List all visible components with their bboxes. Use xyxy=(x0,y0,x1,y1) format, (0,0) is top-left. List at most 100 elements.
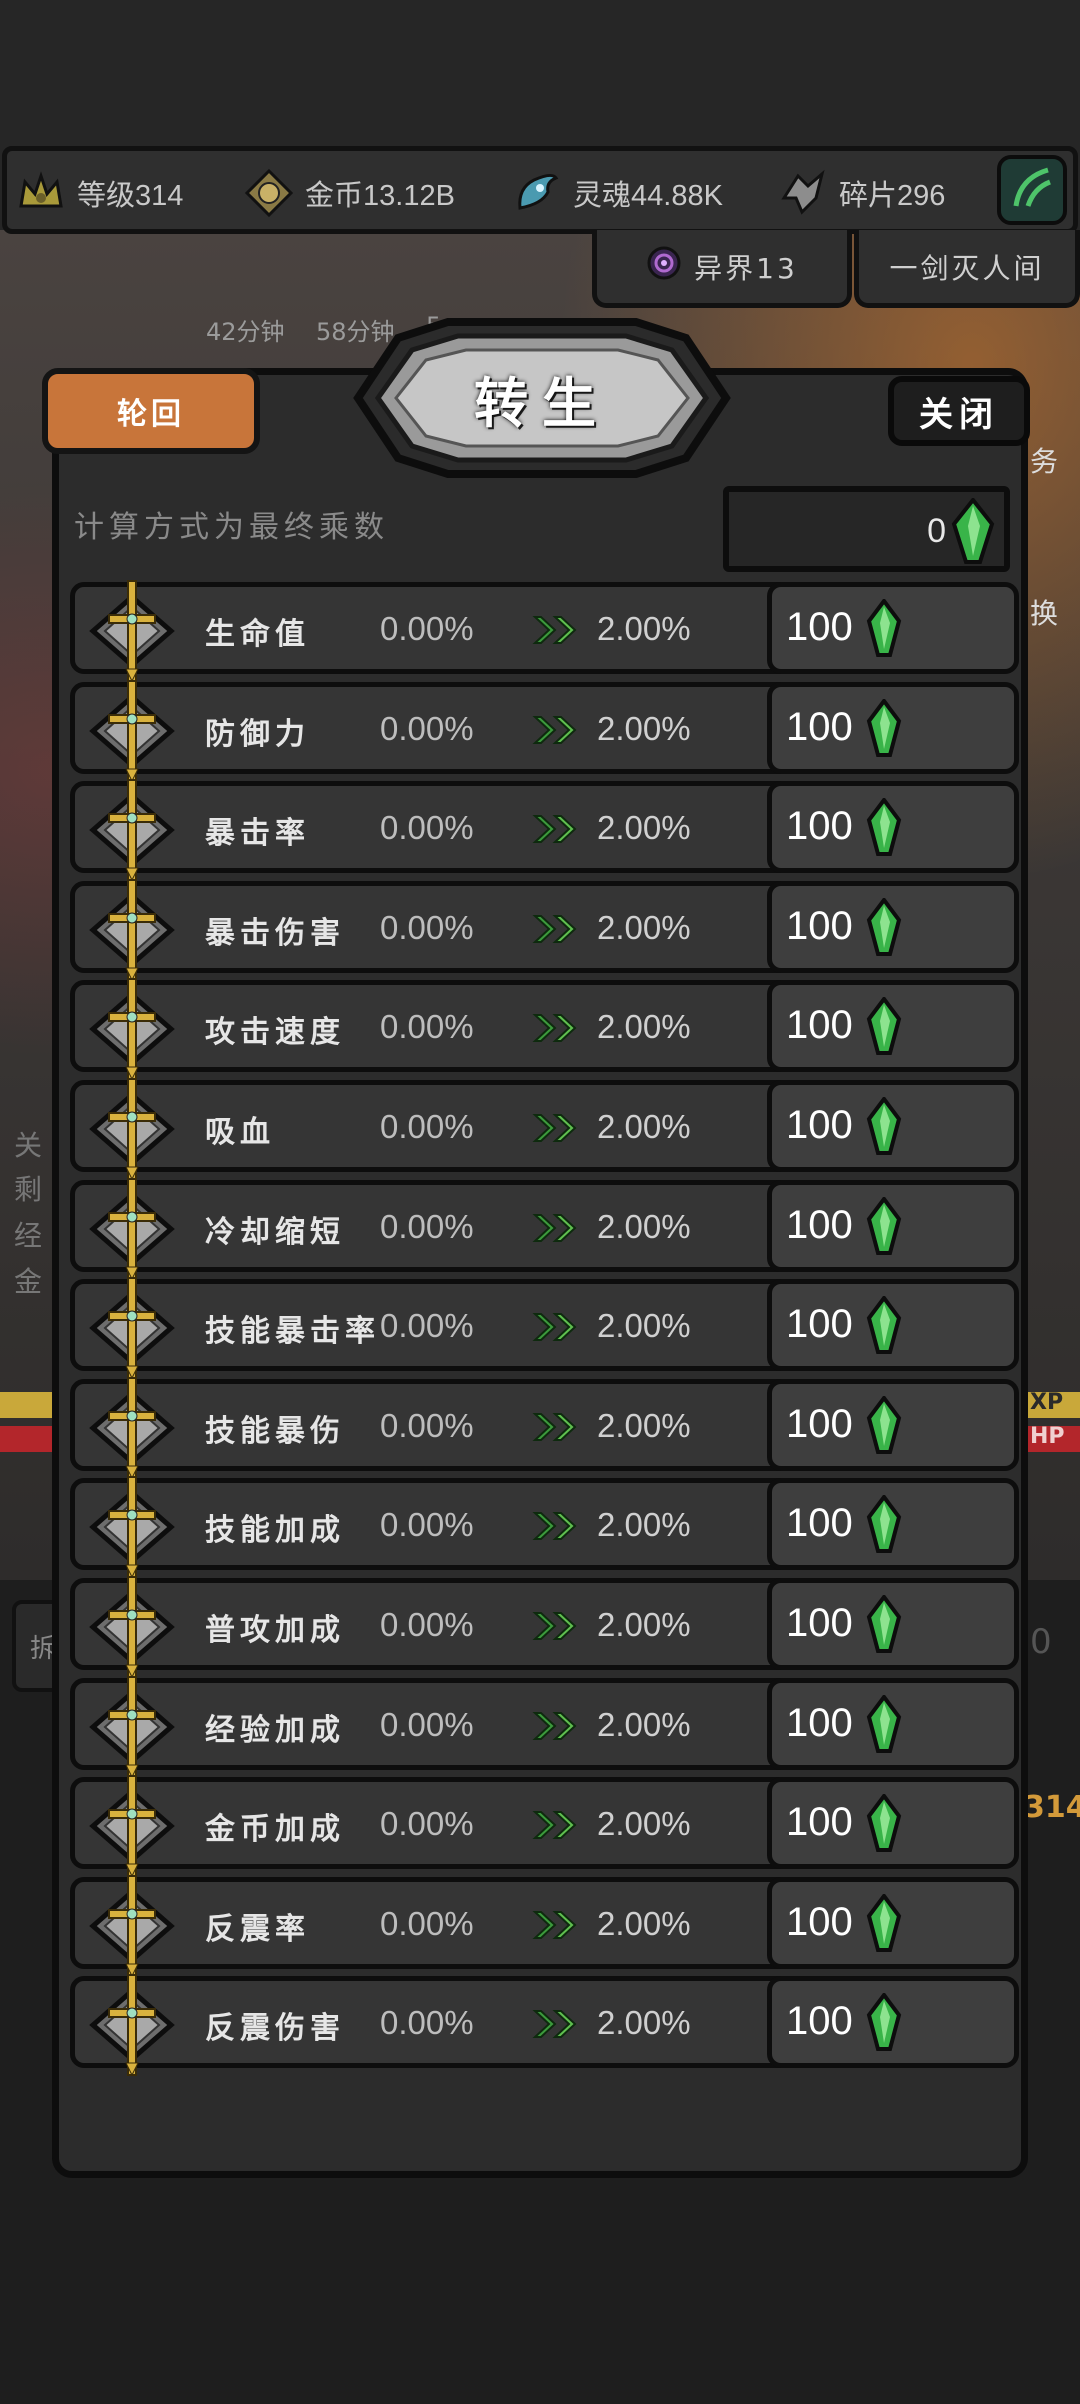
stat-next-value: 2.00% xyxy=(597,1008,691,1046)
stat-current-value: 0.00% xyxy=(380,709,474,747)
stat-next-value: 2.00% xyxy=(597,1506,691,1544)
green-gem-icon xyxy=(866,1593,902,1657)
stat-row-1: 防御力 0.00% 2.00% 100 xyxy=(70,679,1019,782)
resource-soul: 灵魂44.88K xyxy=(511,165,723,221)
upgrade-cost-button[interactable]: 100 xyxy=(767,980,1019,1073)
upgrade-cost-button[interactable]: 100 xyxy=(767,1179,1019,1272)
stat-current-value: 0.00% xyxy=(380,1705,474,1743)
quest-tag[interactable]: 一剑灭人间 xyxy=(854,230,1080,308)
stat-current-value: 0.00% xyxy=(380,908,474,946)
double-arrow-icon xyxy=(531,713,583,747)
upgrade-cost-button[interactable]: 100 xyxy=(767,1279,1019,1372)
upgrade-cost-value: 100 xyxy=(786,1302,853,1347)
stat-name: 反震率 xyxy=(205,1911,310,1947)
upgrade-cost-value: 100 xyxy=(786,804,853,849)
level-badge-text: 314 xyxy=(1024,1790,1080,1825)
stat-current-value: 0.00% xyxy=(380,1008,474,1046)
stat-next-value: 2.00% xyxy=(597,1904,691,1942)
green-gem-icon xyxy=(866,1195,902,1259)
golden-cross-icon xyxy=(87,776,177,884)
upgrade-cost-value: 100 xyxy=(786,1899,853,1944)
total-gem-box: 0 xyxy=(723,486,1010,572)
upgrade-cost-button[interactable]: 100 xyxy=(767,1976,1019,2069)
stat-row-5: 吸血 0.00% 2.00% 100 xyxy=(70,1077,1019,1181)
upgrade-cost-value: 100 xyxy=(786,1501,853,1546)
double-arrow-icon xyxy=(531,1310,583,1344)
upgrade-cost-value: 100 xyxy=(786,605,853,649)
stat-next-value: 2.00% xyxy=(597,1605,691,1643)
stat-current-value: 0.00% xyxy=(380,809,474,847)
double-arrow-icon xyxy=(531,1609,583,1643)
xp-label: XP xyxy=(1030,1390,1064,1415)
stat-row-8: 技能暴伤 0.00% 2.00% 100 xyxy=(70,1376,1019,1479)
close-button[interactable]: 关闭 xyxy=(888,376,1030,446)
stat-row-0: 生命值 0.00% 2.00% 100 xyxy=(70,580,1019,683)
double-arrow-icon xyxy=(531,1111,583,1145)
stat-current-value: 0.00% xyxy=(380,610,474,647)
green-gem-icon xyxy=(866,597,902,661)
stat-name: 冷却缩短 xyxy=(205,1214,345,1250)
stat-name: 技能暴伤 xyxy=(205,1413,345,1449)
double-arrow-icon xyxy=(531,812,583,846)
double-arrow-icon xyxy=(531,1011,583,1045)
stat-name: 经验加成 xyxy=(205,1712,345,1748)
green-gem-icon xyxy=(866,996,902,1059)
stat-current-value: 0.00% xyxy=(380,1406,474,1444)
upgrade-cost-button[interactable]: 100 xyxy=(767,1876,1019,1969)
golden-cross-icon xyxy=(87,1573,177,1681)
golden-cross-icon xyxy=(87,1175,177,1283)
stat-current-value: 0.00% xyxy=(380,1307,474,1345)
stat-current-value: 0.00% xyxy=(380,1904,474,1942)
upgrade-cost-value: 100 xyxy=(786,1401,853,1446)
double-arrow-icon xyxy=(531,1211,583,1245)
upgrade-cost-button[interactable]: 100 xyxy=(767,1478,1019,1571)
stat-name: 金币加成 xyxy=(205,1812,345,1848)
upgrade-cost-value: 100 xyxy=(786,1999,853,2044)
upgrade-cost-value: 100 xyxy=(786,1003,853,1048)
upgrade-cost-button[interactable]: 100 xyxy=(767,582,1019,674)
stat-row-4: 攻击速度 0.00% 2.00% 100 xyxy=(70,978,1019,1081)
stat-row-2: 暴击率 0.00% 2.00% 100 xyxy=(70,779,1019,882)
stat-current-value: 0.00% xyxy=(380,2004,474,2042)
stat-row-11: 经验加成 0.00% 2.00% 100 xyxy=(70,1675,1019,1778)
stat-name: 反震伤害 xyxy=(205,2011,345,2047)
upgrade-cost-button[interactable]: 100 xyxy=(767,681,1019,774)
stat-row-10: 普攻加成 0.00% 2.00% 100 xyxy=(70,1575,1019,1679)
side-label-quest[interactable]: 务 xyxy=(1030,440,1058,480)
crown-icon xyxy=(15,167,67,219)
stat-next-value: 2.00% xyxy=(597,709,691,747)
golden-cross-icon xyxy=(87,577,177,685)
upgrade-cost-value: 100 xyxy=(786,1600,853,1645)
stat-next-value: 2.00% xyxy=(597,1406,691,1444)
partial-number: 0 xyxy=(1030,1622,1052,1662)
otherworld-tag[interactable]: 异界13 xyxy=(592,230,852,308)
upgrade-cost-button[interactable]: 100 xyxy=(767,1378,1019,1471)
upgrade-cost-button[interactable]: 100 xyxy=(767,1079,1019,1172)
upgrade-cost-button[interactable]: 100 xyxy=(767,1777,1019,1870)
double-arrow-icon xyxy=(531,1709,583,1743)
left-label-2: 经 xyxy=(14,1219,43,1252)
side-label-switch[interactable]: 换 xyxy=(1030,592,1058,632)
golden-cross-icon xyxy=(87,876,177,984)
stat-row-13: 反震率 0.00% 2.00% 100 xyxy=(70,1874,1019,1977)
upgrade-cost-value: 100 xyxy=(786,1202,853,1247)
green-gem-icon xyxy=(866,697,902,761)
reincarnation-tab[interactable]: 轮回 xyxy=(42,368,260,454)
xp-bar-fragment xyxy=(0,1392,52,1418)
leaf-menu-button[interactable] xyxy=(997,155,1067,225)
upgrade-cost-button[interactable]: 100 xyxy=(767,1577,1019,1670)
stat-current-value: 0.00% xyxy=(380,1506,474,1544)
green-gem-icon xyxy=(866,1394,902,1458)
stat-current-value: 0.00% xyxy=(380,1207,474,1245)
golden-cross-icon xyxy=(87,1274,177,1382)
golden-cross-icon xyxy=(87,1872,177,1980)
upgrade-cost-value: 100 xyxy=(786,1102,853,1147)
upgrade-cost-button[interactable]: 100 xyxy=(767,781,1019,874)
golden-cross-icon xyxy=(87,1075,177,1183)
upgrade-cost-button[interactable]: 100 xyxy=(767,1677,1019,1770)
title-plate: 转生 xyxy=(338,300,746,496)
stat-row-14: 反震伤害 0.00% 2.00% 100 xyxy=(70,1974,1019,2077)
green-gem-icon xyxy=(866,1294,902,1358)
upgrade-cost-button[interactable]: 100 xyxy=(767,880,1019,973)
gold-coin-icon xyxy=(243,167,295,219)
